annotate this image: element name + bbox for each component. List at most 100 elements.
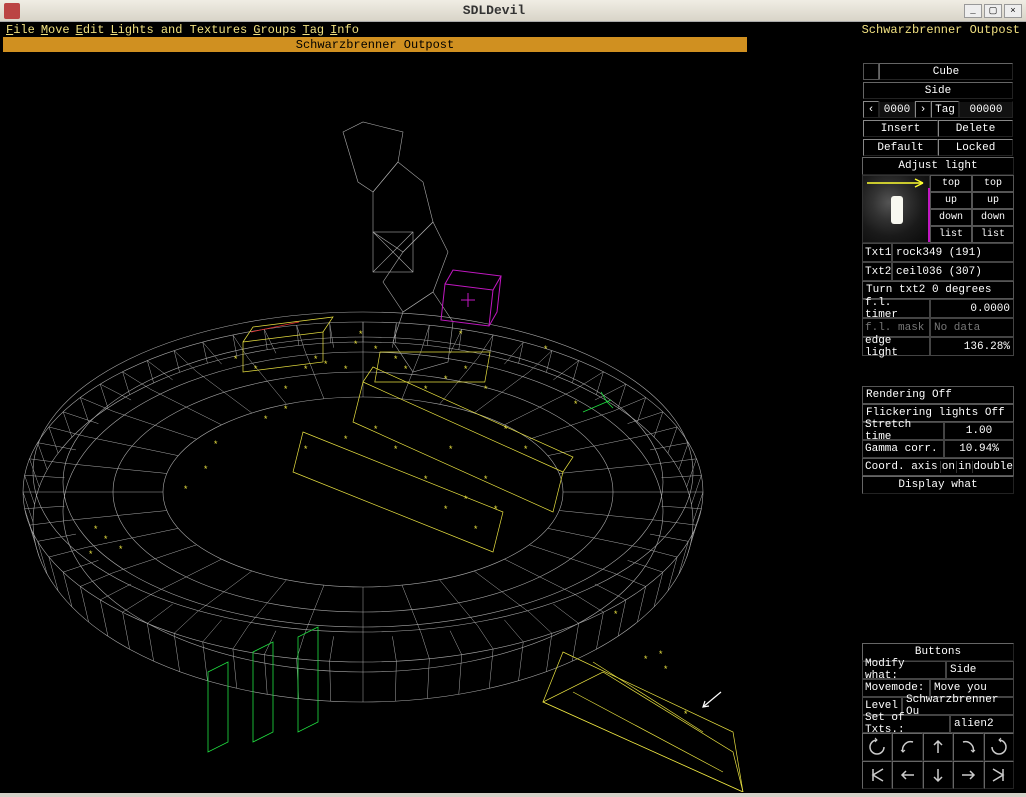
rendering-toggle[interactable]: Rendering Off: [862, 386, 1014, 404]
up-button[interactable]: [923, 733, 953, 761]
list-a-button[interactable]: list: [930, 226, 972, 243]
txt1-value[interactable]: rock349 (191): [892, 243, 1014, 262]
menu-bar: File Move Edit Lights and Textures Group…: [0, 22, 1026, 37]
svg-text:*: *: [483, 475, 488, 485]
fl-timer-value[interactable]: 0.0000: [930, 299, 1014, 318]
insert-button[interactable]: Insert: [863, 120, 938, 137]
svg-text:*: *: [458, 330, 463, 340]
default-button[interactable]: Default: [863, 139, 938, 156]
map-viewport[interactable]: ****************************************…: [3, 52, 747, 792]
svg-text:*: *: [93, 525, 98, 535]
adjust-light-button[interactable]: Adjust light: [862, 157, 1014, 175]
svg-text:*: *: [393, 445, 398, 455]
down-b-button[interactable]: down: [972, 209, 1014, 226]
rotate-cw-button[interactable]: [984, 733, 1014, 761]
txt2-label: Txt2: [862, 262, 892, 281]
rotate-left-button[interactable]: [892, 733, 922, 761]
coord-axis-row[interactable]: Coord. axis on in double: [862, 458, 1014, 476]
svg-text:*: *: [283, 405, 288, 415]
top-b-button[interactable]: top: [972, 175, 1014, 192]
next-button[interactable]: ›: [915, 101, 931, 118]
coord-axis-label: Coord. axis: [863, 461, 940, 473]
rotate-right-button[interactable]: [953, 733, 983, 761]
svg-text:*: *: [203, 465, 208, 475]
tab-title: Schwarzbrenner Outpost: [296, 38, 454, 52]
svg-text:*: *: [473, 525, 478, 535]
down-a-button[interactable]: down: [930, 209, 972, 226]
svg-text:*: *: [313, 355, 318, 365]
far-right-button[interactable]: [984, 761, 1014, 789]
menu-file[interactable]: File: [6, 23, 35, 37]
level-title-display: Schwarzbrenner Outpost: [862, 23, 1020, 37]
coord-double[interactable]: double: [972, 461, 1013, 473]
header-cube[interactable]: Cube: [879, 63, 1013, 80]
svg-text:*: *: [233, 355, 238, 365]
nav-grid: [862, 733, 1014, 789]
gamma-value[interactable]: 10.94%: [944, 440, 1014, 458]
minimize-button[interactable]: _: [964, 4, 982, 18]
coord-in[interactable]: in: [956, 461, 972, 473]
svg-text:*: *: [103, 535, 108, 545]
menu-info[interactable]: Info: [330, 23, 359, 37]
edge-light-value[interactable]: 136.28%: [930, 337, 1014, 356]
modify-what-value[interactable]: Side: [946, 661, 1014, 679]
txts-value[interactable]: alien2: [950, 715, 1014, 733]
svg-text:*: *: [253, 365, 258, 375]
delete-button[interactable]: Delete: [938, 120, 1013, 137]
menu-groups[interactable]: Groups: [253, 23, 296, 37]
coord-on[interactable]: on: [940, 461, 956, 473]
display-what-button[interactable]: Display what: [862, 476, 1014, 494]
render-panel: Rendering Off Flickering lights Off Stre…: [862, 386, 1014, 494]
txt2-value[interactable]: ceil036 (307): [892, 262, 1014, 281]
svg-text:*: *: [683, 710, 688, 720]
txts-label: Set of Txts.:: [862, 715, 950, 733]
thumb-controls: toptop upup downdown listlist: [930, 175, 1014, 243]
texture-thumbnail[interactable]: [862, 175, 930, 243]
menu-move[interactable]: Move: [41, 23, 70, 37]
menu-edit[interactable]: Edit: [76, 23, 105, 37]
up-b-button[interactable]: up: [972, 192, 1014, 209]
svg-text:*: *: [88, 550, 93, 560]
svg-text:*: *: [353, 340, 358, 350]
header-side[interactable]: Side: [863, 82, 1013, 99]
gamma-label: Gamma corr.: [862, 440, 944, 458]
up-a-button[interactable]: up: [930, 192, 972, 209]
down-button[interactable]: [923, 761, 953, 789]
left-button[interactable]: [892, 761, 922, 789]
tag-button[interactable]: Tag: [931, 101, 959, 118]
svg-text:*: *: [523, 445, 528, 455]
svg-text:*: *: [443, 505, 448, 515]
svg-text:*: *: [543, 345, 548, 355]
svg-text:*: *: [283, 385, 288, 395]
svg-text:*: *: [493, 505, 498, 515]
locked-button[interactable]: Locked: [938, 139, 1013, 156]
svg-text:*: *: [343, 365, 348, 375]
close-button[interactable]: ×: [1004, 4, 1022, 18]
svg-text:*: *: [263, 415, 268, 425]
far-left-button[interactable]: [862, 761, 892, 789]
app-frame: File Move Edit Lights and Textures Group…: [0, 22, 1026, 793]
right-button[interactable]: [953, 761, 983, 789]
menu-lights[interactable]: Lights and Textures: [110, 23, 247, 37]
menu-tag[interactable]: Tag: [302, 23, 324, 37]
top-a-button[interactable]: top: [930, 175, 972, 192]
svg-text:*: *: [643, 655, 648, 665]
svg-text:*: *: [463, 495, 468, 505]
tag-value: 00000: [959, 101, 1013, 118]
svg-text:*: *: [323, 360, 328, 370]
app-icon: [4, 3, 20, 19]
svg-text:*: *: [573, 400, 578, 410]
tab-bar[interactable]: Schwarzbrenner Outpost: [3, 37, 747, 52]
stretch-label: Stretch time: [862, 422, 944, 440]
prev-button[interactable]: ‹: [863, 101, 879, 118]
svg-text:*: *: [303, 445, 308, 455]
svg-text:*: *: [373, 345, 378, 355]
stretch-value[interactable]: 1.00: [944, 422, 1014, 440]
window-titlebar: SDLDevil _ ▢ ×: [0, 0, 1026, 22]
list-b-button[interactable]: list: [972, 226, 1014, 243]
svg-text:*: *: [213, 440, 218, 450]
rotate-ccw-button[interactable]: [862, 733, 892, 761]
maximize-button[interactable]: ▢: [984, 4, 1002, 18]
svg-text:*: *: [463, 365, 468, 375]
modify-what-label: Modify what:: [862, 661, 946, 679]
